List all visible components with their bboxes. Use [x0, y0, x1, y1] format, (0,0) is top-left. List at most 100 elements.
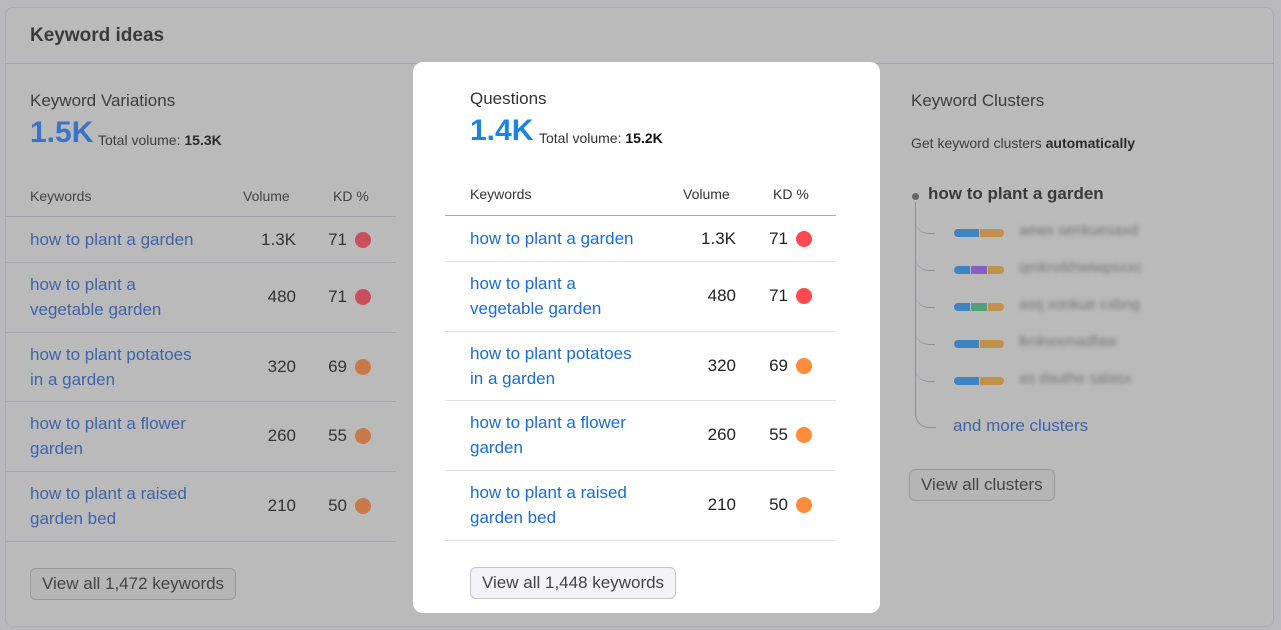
volume-value: 480 [707, 286, 736, 305]
view-all-variations-button[interactable]: View all 1,472 keywords [30, 568, 237, 600]
kd-difficulty-dot-icon [796, 288, 812, 304]
row-divider [6, 541, 396, 542]
keyword-text: vegetable garden [30, 300, 162, 319]
keyword-text: garden [30, 439, 83, 458]
clusters-subtitle: Get keyword clusters automatically [911, 135, 1135, 151]
intent-bar-icon [954, 303, 1004, 311]
subtitle-bold: automatically [1045, 135, 1136, 151]
total-volume-label: Total volume: [98, 132, 181, 148]
cluster-label: as dauthe salasx [1019, 370, 1132, 387]
view-all-questions-button[interactable]: View all 1,448 keywords [470, 567, 677, 599]
section-title: Keyword Clusters [911, 91, 1045, 110]
intent-segment [979, 377, 1004, 385]
keyword-text: how to plant a garden [30, 230, 194, 249]
row-divider [6, 332, 396, 333]
kd-value: 50 [328, 496, 347, 515]
section-title: Questions [470, 89, 547, 108]
intent-segment [954, 340, 979, 348]
header-divider [445, 215, 836, 216]
keyword-link[interactable]: how to plant a flower garden [30, 411, 186, 461]
tree-trunk [915, 202, 916, 416]
kd-value: 55 [769, 425, 788, 444]
kd-difficulty-dot-icon [355, 358, 371, 375]
intent-segment [971, 266, 987, 274]
keyword-link[interactable]: how to plant a garden [470, 226, 634, 251]
intent-bar-icon [954, 340, 1004, 348]
view-all-clusters-button[interactable]: View all clusters [909, 469, 1055, 501]
volume-value: 480 [267, 287, 296, 306]
keyword-text: how to plant a [30, 275, 136, 294]
keyword-link[interactable]: how to plant a flower garden [470, 410, 626, 460]
keyword-text: how to plant potatoes [470, 343, 632, 363]
kd-value: 55 [328, 426, 347, 445]
cluster-label: lknkwxmadfaw [1019, 333, 1117, 350]
intent-bar-icon [954, 377, 1004, 385]
keyword-text: how to plant a [470, 274, 576, 293]
row-divider [6, 471, 396, 472]
row-divider [445, 470, 836, 471]
volume-value: 260 [267, 426, 296, 445]
row-divider [445, 540, 836, 541]
intent-segment [954, 303, 970, 311]
total-volume-label: Total volume: [539, 130, 622, 146]
intent-bar-icon [954, 229, 1004, 237]
col-header-kd: KD % [333, 188, 369, 204]
kd-value: 71 [769, 286, 788, 305]
keyword-text: in a garden [470, 368, 556, 388]
volume-value: 1.3K [261, 229, 296, 249]
total-volume: Total volume: 15.2K [539, 130, 663, 146]
kd-difficulty-dot-icon [796, 230, 812, 247]
kd-difficulty-dot-icon [796, 427, 812, 443]
intent-segment [954, 377, 979, 385]
volume-value: 210 [267, 496, 296, 515]
intent-segment [954, 266, 970, 274]
kd-value: 71 [328, 229, 347, 249]
keyword-link[interactable]: how to plant a raised garden bed [470, 480, 627, 530]
keyword-link[interactable]: how to plant potatoes in a garden [30, 342, 192, 392]
row-divider [6, 401, 396, 402]
keyword-text: how to plant a flower [30, 414, 186, 433]
volume-value: 260 [707, 425, 736, 444]
row-divider [445, 261, 836, 262]
keyword-text: how to plant a raised [30, 484, 187, 503]
tree-branch [915, 413, 936, 428]
kd-difficulty-dot-icon [355, 289, 371, 305]
tree-branch [915, 330, 935, 345]
header-divider [6, 216, 396, 217]
kd-difficulty-dot-icon [796, 497, 812, 513]
section-title: Keyword Variations [30, 91, 176, 110]
kd-difficulty-dot-icon [796, 357, 812, 374]
tree-branch [915, 219, 935, 234]
keyword-link[interactable]: how to plant potatoes in a garden [470, 341, 632, 391]
kd-value: 69 [328, 356, 347, 376]
keyword-text: garden bed [470, 508, 557, 527]
variations-count: 1.5K [30, 116, 94, 149]
kd-value: 71 [769, 228, 788, 248]
keyword-link[interactable]: how to plant a vegetable garden [30, 272, 161, 322]
row-divider [445, 331, 836, 332]
keyword-link[interactable]: how to plant a raised garden bed [30, 481, 187, 531]
kd-difficulty-dot-icon [355, 231, 371, 248]
tree-branch [915, 367, 935, 382]
questions-count: 1.4K [470, 114, 534, 147]
intent-segment [988, 266, 1004, 274]
more-clusters-link[interactable]: and more clusters [953, 416, 1088, 436]
tree-branch [915, 256, 935, 271]
volume-value: 210 [707, 495, 736, 514]
keyword-text: how to plant a raised [470, 483, 627, 502]
kd-difficulty-dot-icon [355, 498, 371, 514]
keyword-text: garden [470, 438, 523, 457]
keyword-link[interactable]: how to plant a vegetable garden [470, 271, 601, 321]
col-header-keywords: Keywords [30, 188, 92, 204]
intent-segment [954, 229, 979, 237]
keyword-text: in a garden [30, 369, 116, 389]
col-header-volume: Volume [683, 186, 730, 202]
keyword-text: how to plant a garden [470, 229, 634, 248]
cluster-label: qmknxkhwiwpsxxc [1019, 259, 1143, 276]
kd-value: 50 [769, 495, 788, 514]
volume-value: 1.3K [701, 228, 736, 248]
volume-value: 320 [707, 355, 736, 375]
kd-difficulty-dot-icon [355, 428, 371, 444]
keyword-link[interactable]: how to plant a garden [30, 227, 194, 252]
col-header-kd: KD % [773, 186, 809, 202]
